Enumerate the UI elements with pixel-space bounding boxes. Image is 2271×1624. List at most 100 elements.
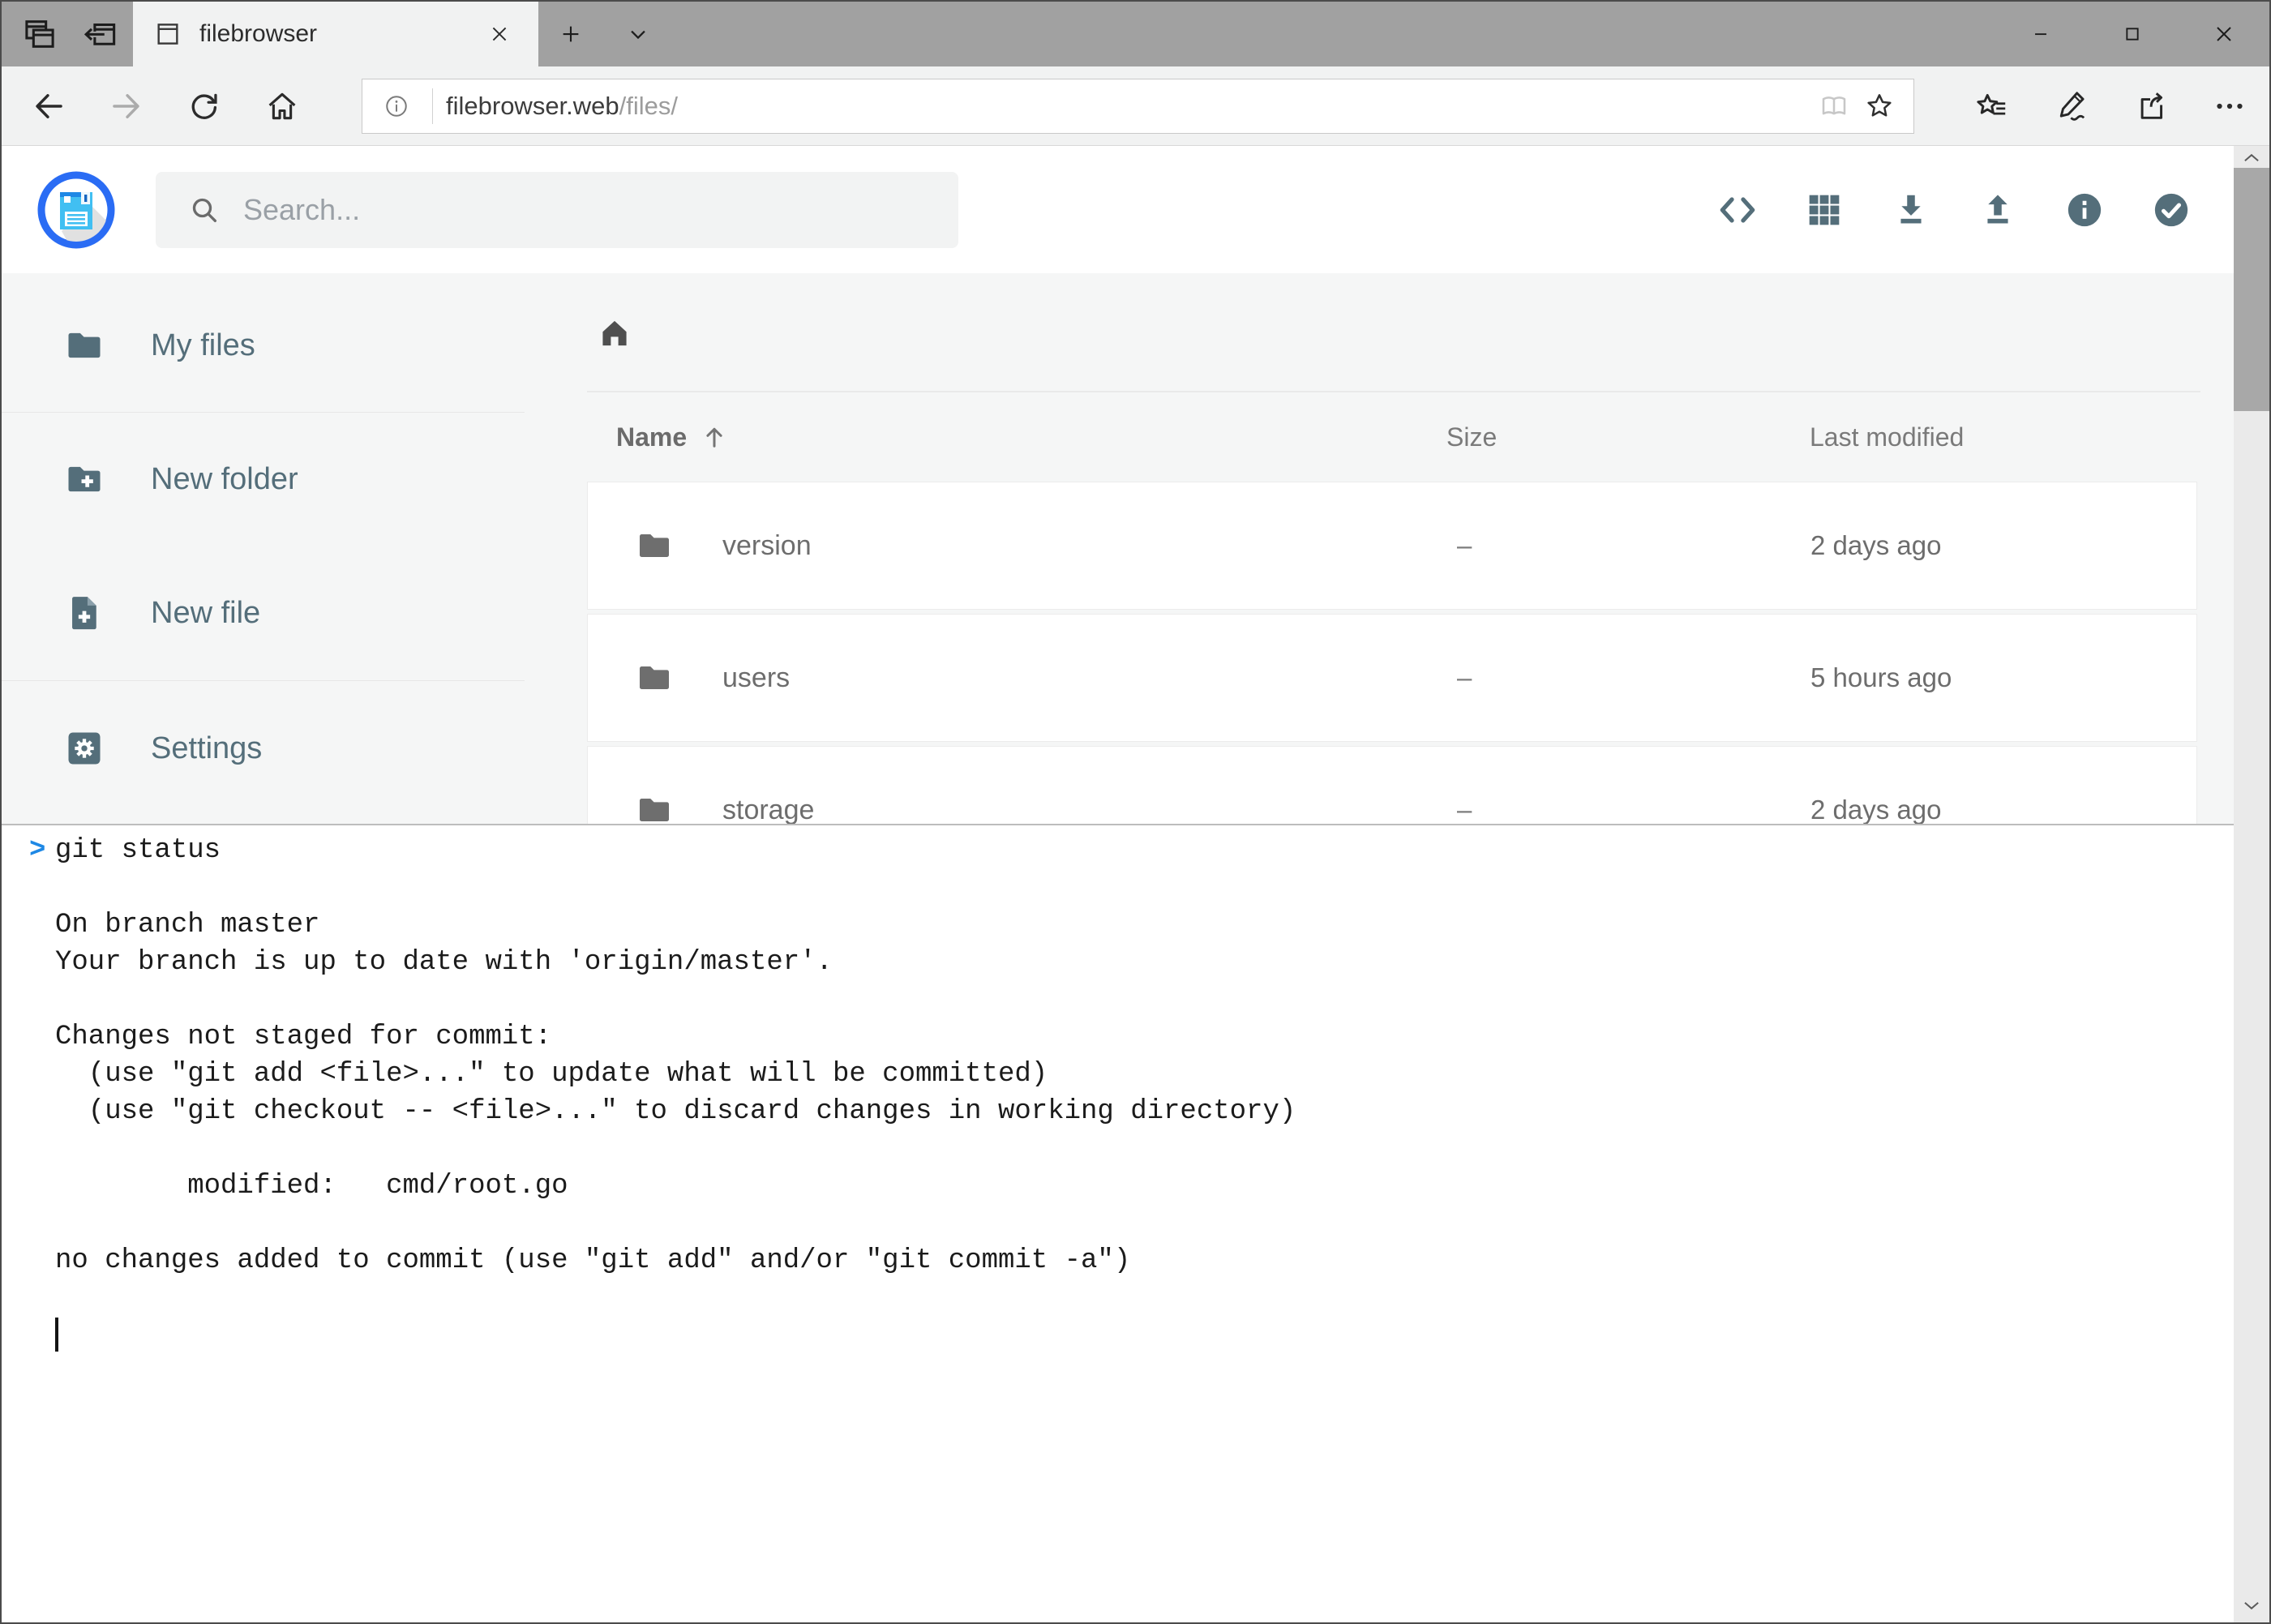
download-button[interactable] — [1867, 169, 1954, 251]
row-name-cell: users — [588, 658, 1447, 697]
close-window-button[interactable] — [2178, 2, 2269, 66]
add-favorite-star-button[interactable] — [1857, 84, 1902, 129]
maximize-button[interactable] — [2086, 2, 2178, 66]
refresh-button[interactable] — [165, 67, 243, 145]
set-tabs-aside-button[interactable] — [70, 2, 130, 66]
sort-ascending-icon — [700, 422, 729, 452]
search-placeholder: Search... — [243, 193, 360, 227]
sidebar-divider — [2, 680, 525, 681]
sidebar-item-my-files[interactable]: My files — [2, 285, 525, 406]
header-actions — [1694, 169, 2214, 251]
file-size: – — [1447, 795, 1810, 825]
terminal-output-line: On branch master — [55, 906, 2217, 944]
new-folder-icon — [63, 458, 105, 500]
file-name: storage — [722, 795, 814, 826]
sidebar-label: New folder — [151, 462, 298, 497]
breadcrumb-home-icon[interactable] — [596, 314, 633, 351]
browser-window: filebrowser — [0, 0, 2271, 1624]
terminal-output-line: (use "git add <file>..." to update what … — [55, 1056, 2217, 1093]
favorites-hub-button[interactable] — [1952, 67, 2031, 145]
file-name: version — [722, 530, 812, 562]
terminal-output-line — [55, 1205, 2217, 1242]
terminal-output-line: Changes not staged for commit: — [55, 1018, 2217, 1056]
new-file-icon — [63, 592, 105, 634]
titlebar: filebrowser — [2, 2, 2269, 66]
terminal-panel[interactable]: >git status On branch master Your branch… — [2, 824, 2234, 1622]
sidebar-label: Settings — [151, 731, 262, 766]
terminal-cursor — [55, 1318, 58, 1352]
tab-preview-icon — [21, 15, 58, 53]
terminal-output-line: modified: cmd/root.go — [55, 1168, 2217, 1205]
prompt-chevron-icon: > — [29, 832, 45, 869]
minimize-button[interactable] — [1995, 2, 2086, 66]
url-path: /files/ — [619, 92, 678, 120]
file-modified: 2 days ago — [1810, 530, 2196, 561]
terminal-output-line — [55, 1130, 2217, 1168]
row-name-cell: version — [588, 526, 1447, 565]
terminal-prompt-line: >git status — [55, 832, 2217, 869]
file-row-users[interactable]: users – 5 hours ago — [587, 614, 2197, 742]
tab-list-dropdown-button[interactable] — [603, 2, 673, 66]
home-button[interactable] — [243, 67, 321, 145]
terminal-output-line: Your branch is up to date with 'origin/m… — [55, 944, 2217, 981]
terminal-output-line: no changes added to commit (use "git add… — [55, 1242, 2217, 1279]
breadcrumb — [525, 273, 2234, 391]
filebrowser-logo[interactable] — [37, 171, 115, 249]
address-bar[interactable]: filebrowser.web/files/ — [362, 79, 1914, 134]
browser-tab[interactable]: filebrowser — [133, 2, 538, 66]
tab-preview-button[interactable] — [10, 2, 70, 66]
raw-code-button[interactable] — [1694, 169, 1780, 251]
filebrowser-header: Search... — [2, 146, 2234, 273]
column-header-name[interactable]: Name — [616, 422, 1446, 452]
grid-view-button[interactable] — [1780, 169, 1867, 251]
window-controls — [1995, 2, 2269, 66]
folder-icon — [63, 324, 105, 366]
new-tab-button[interactable] — [538, 2, 603, 66]
column-label: Name — [616, 422, 687, 452]
file-modified: 2 days ago — [1810, 795, 2196, 825]
site-info-button[interactable] — [374, 84, 419, 129]
web-note-pen-button[interactable] — [2031, 67, 2110, 145]
navigation-bar: filebrowser.web/files/ — [2, 66, 2269, 146]
file-size: – — [1447, 530, 1810, 561]
page-scrollbar[interactable] — [2234, 146, 2269, 1622]
terminal-output-line: (use "git checkout -- <file>..." to disc… — [55, 1093, 2217, 1130]
forward-button[interactable] — [88, 67, 165, 145]
info-button[interactable] — [2041, 169, 2127, 251]
reading-view-button[interactable] — [1811, 84, 1857, 129]
column-header-modified[interactable]: Last modified — [1810, 422, 2234, 452]
scroll-down-button[interactable] — [2234, 1595, 2269, 1616]
file-row-version[interactable]: version – 2 days ago — [587, 482, 2197, 610]
url-text: filebrowser.web/files/ — [446, 92, 678, 121]
terminal-output-line — [55, 981, 2217, 1018]
column-header-size[interactable]: Size — [1446, 422, 1810, 452]
file-size: – — [1447, 662, 1810, 693]
file-name: users — [722, 662, 790, 694]
scrollbar-thumb[interactable] — [2234, 168, 2269, 411]
scroll-up-button[interactable] — [2234, 148, 2269, 169]
terminal-command: git status — [55, 835, 221, 866]
tab-title: filebrowser — [199, 20, 317, 48]
terminal-output-line — [55, 869, 2217, 906]
sidebar-item-new-folder[interactable]: New folder — [2, 418, 525, 540]
set-tabs-aside-icon — [81, 15, 118, 53]
back-button[interactable] — [10, 67, 88, 145]
sidebar-item-settings[interactable]: Settings — [2, 688, 525, 809]
sidebar-label: My files — [151, 328, 255, 363]
search-icon — [188, 194, 221, 226]
sidebar-item-new-file[interactable]: New file — [2, 552, 525, 674]
address-divider — [432, 88, 433, 124]
tab-close-button[interactable] — [482, 16, 517, 52]
folder-icon — [635, 526, 674, 565]
terminal-cursor-line — [55, 1317, 2217, 1354]
settings-gear-icon — [63, 727, 105, 769]
select-multiple-button[interactable] — [2127, 169, 2214, 251]
upload-button[interactable] — [1954, 169, 2041, 251]
sidebar-label: New file — [151, 596, 260, 631]
folder-icon — [635, 658, 674, 697]
more-options-button[interactable] — [2190, 67, 2269, 145]
file-modified: 5 hours ago — [1810, 662, 2196, 693]
share-button[interactable] — [2110, 67, 2190, 145]
search-input[interactable]: Search... — [156, 172, 958, 248]
sidebar-divider — [2, 412, 525, 413]
